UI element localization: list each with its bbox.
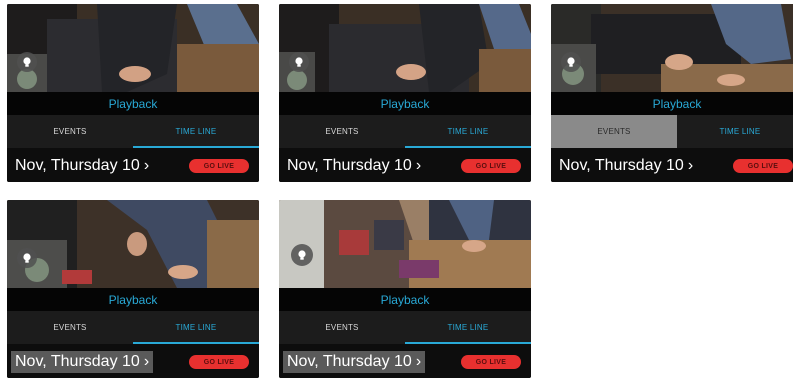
chevron-right-icon: › (415, 353, 422, 370)
chevron-right-icon: › (143, 157, 150, 174)
tab-events[interactable]: EVENTS (551, 115, 677, 148)
tab-timeline[interactable]: TIME LINE (133, 311, 259, 344)
date-text: Nov, Thursday 10 (287, 157, 412, 174)
camera-video-feed[interactable] (279, 200, 531, 288)
playback-title-bar: Playback (551, 92, 793, 115)
light-bulb-icon[interactable] (17, 248, 37, 268)
date-bar: Nov, Thursday 10 › GO LIVE (279, 148, 531, 182)
app-panel-4: Playback EVENTS TIME LINE Nov, Thursday … (7, 200, 259, 378)
playback-label: Playback (652, 96, 702, 111)
camera-video-feed[interactable] (279, 4, 531, 92)
playback-title-bar: Playback (7, 92, 259, 115)
go-live-button[interactable]: GO LIVE (189, 355, 249, 369)
tab-timeline[interactable]: TIME LINE (405, 311, 531, 344)
date-bar: Nov, Thursday 10 › GO LIVE (279, 344, 531, 378)
go-live-button[interactable]: GO LIVE (733, 159, 793, 173)
view-tabs: EVENTS TIME LINE (7, 115, 259, 148)
go-live-button[interactable]: GO LIVE (189, 159, 249, 173)
light-bulb-icon[interactable] (289, 52, 309, 72)
date-text: Nov, Thursday 10 (559, 157, 684, 174)
view-tabs: EVENTS TIME LINE (279, 115, 531, 148)
date-selector[interactable]: Nov, Thursday 10 › (283, 155, 425, 177)
playback-label: Playback (108, 96, 158, 111)
tab-timeline[interactable]: TIME LINE (133, 115, 259, 148)
tab-events[interactable]: EVENTS (7, 115, 133, 148)
playback-title-bar: Playback (279, 92, 531, 115)
screenshot-grid: Playback EVENTS TIME LINE Nov, Thursday … (0, 0, 793, 378)
go-live-button[interactable]: GO LIVE (461, 159, 521, 173)
tab-timeline[interactable]: TIME LINE (405, 115, 531, 148)
chevron-right-icon: › (143, 353, 150, 370)
view-tabs: EVENTS TIME LINE (551, 115, 793, 148)
tab-events[interactable]: EVENTS (7, 311, 133, 344)
playback-title-bar: Playback (279, 288, 531, 311)
playback-label: Playback (380, 96, 430, 111)
playback-title-bar: Playback (7, 288, 259, 311)
light-bulb-icon[interactable] (291, 244, 313, 266)
tab-timeline[interactable]: TIME LINE (677, 115, 793, 148)
app-panel-1: Playback EVENTS TIME LINE Nov, Thursday … (7, 4, 259, 182)
tab-events[interactable]: EVENTS (279, 311, 405, 344)
camera-video-feed[interactable] (7, 200, 259, 288)
date-text: Nov, Thursday 10 (15, 353, 140, 370)
date-text: Nov, Thursday 10 (287, 353, 412, 370)
playback-label: Playback (108, 292, 158, 307)
chevron-right-icon: › (687, 157, 694, 174)
light-bulb-icon[interactable] (17, 52, 37, 72)
light-bulb-icon[interactable] (561, 52, 581, 72)
app-panel-5: Playback EVENTS TIME LINE Nov, Thursday … (279, 200, 531, 378)
date-selector[interactable]: Nov, Thursday 10 › (555, 155, 697, 177)
date-text: Nov, Thursday 10 (15, 157, 140, 174)
view-tabs: EVENTS TIME LINE (7, 311, 259, 344)
date-bar: Nov, Thursday 10 › GO LIVE (7, 148, 259, 182)
date-bar: Nov, Thursday 10 › GO LIVE (7, 344, 259, 378)
camera-video-feed[interactable] (7, 4, 259, 92)
app-panel-3: Playback EVENTS TIME LINE Nov, Thursday … (551, 4, 793, 182)
app-panel-2: Playback EVENTS TIME LINE Nov, Thursday … (279, 4, 531, 182)
chevron-right-icon: › (415, 157, 422, 174)
camera-video-feed[interactable] (551, 4, 793, 92)
playback-label: Playback (380, 292, 430, 307)
go-live-button[interactable]: GO LIVE (461, 355, 521, 369)
date-selector[interactable]: Nov, Thursday 10 › (11, 351, 154, 373)
date-selector[interactable]: Nov, Thursday 10 › (11, 155, 153, 177)
date-selector[interactable]: Nov, Thursday 10 › (283, 351, 426, 373)
tab-events[interactable]: EVENTS (279, 115, 405, 148)
view-tabs: EVENTS TIME LINE (279, 311, 531, 344)
date-bar: Nov, Thursday 10 › GO LIVE (551, 148, 793, 182)
